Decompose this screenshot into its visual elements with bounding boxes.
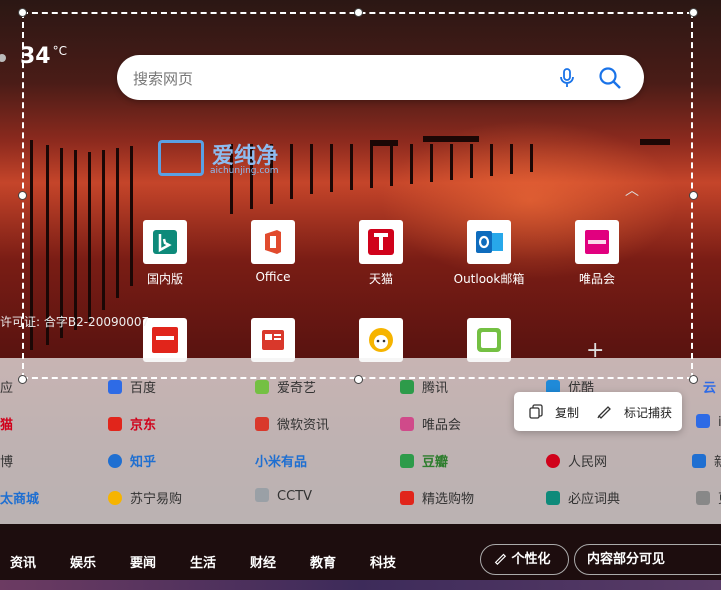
douban-icon	[400, 454, 414, 468]
zhihu-icon	[108, 454, 122, 468]
link-label: 必应词典	[568, 492, 621, 507]
link-item[interactable]: 应	[0, 377, 13, 396]
link-cut[interactable]: 新	[692, 451, 721, 470]
link-baidu[interactable]: 百度	[108, 377, 156, 396]
cctv-icon	[255, 488, 269, 502]
baidu-icon	[108, 380, 122, 394]
selection-handle-bc[interactable]	[354, 375, 363, 384]
selection-handle-mr[interactable]	[689, 191, 698, 200]
personalize-button[interactable]: 个性化	[480, 544, 569, 575]
jd-icon	[108, 417, 122, 431]
link-label: 微软资讯	[277, 418, 330, 433]
link-label: 猫	[0, 418, 14, 433]
link-jd[interactable]: 京东	[108, 414, 156, 433]
link-vip[interactable]: 唯品会	[400, 414, 461, 433]
gift-icon	[400, 491, 414, 505]
copy-icon[interactable]	[528, 403, 544, 419]
link-label: 人民网	[568, 455, 608, 470]
selection-handle-tr[interactable]	[689, 8, 698, 17]
nav-tab[interactable]: 教育	[310, 552, 336, 571]
link-label: 应	[0, 381, 14, 396]
pen-icon[interactable]	[596, 403, 612, 419]
link-label: 豆瓣	[422, 455, 449, 470]
link-label: 小米有品	[255, 455, 308, 470]
calendar-icon	[696, 414, 710, 428]
link-shopping[interactable]: 精选购物	[400, 488, 474, 507]
link-label: CCTV	[277, 489, 312, 504]
pen-icon	[494, 553, 507, 565]
nav-tab[interactable]: 生活	[190, 552, 216, 571]
iqiyi-icon	[255, 380, 269, 394]
link-label: 知乎	[130, 455, 157, 470]
bing-icon	[546, 491, 560, 505]
link-label: 太商城	[0, 492, 40, 507]
link-cctv[interactable]: CCTV	[255, 488, 312, 504]
capture-context-menu: 复制 标记捕获	[514, 392, 682, 431]
annotate-capture-button[interactable]: 标记捕获	[624, 404, 672, 421]
link-label: 京东	[130, 418, 157, 433]
suning-icon	[108, 491, 122, 505]
content-visibility-label: 内容部分可见	[587, 552, 666, 567]
link-cut[interactable]: ip	[696, 414, 721, 430]
link-xiaomi[interactable]: 小米有品	[255, 451, 307, 470]
nav-tab[interactable]: 财经	[250, 552, 276, 571]
link-label: 爱奇艺	[277, 381, 317, 396]
link-label: 唯品会	[422, 418, 462, 433]
link-label: 精选购物	[422, 492, 475, 507]
link-tmall[interactable]: 猫	[0, 414, 13, 433]
link-label: 腾讯	[422, 381, 449, 396]
link-cut[interactable]: 云	[703, 377, 716, 396]
selection-handle-bl[interactable]	[18, 375, 27, 384]
nav-tab[interactable]: 要闻	[130, 552, 156, 571]
link-dict[interactable]: 必应词典	[546, 488, 620, 507]
link-msn[interactable]: 微软资讯	[255, 414, 329, 433]
link-suning[interactable]: 苏宁易购	[108, 488, 182, 507]
nav-tab[interactable]: 科技	[370, 552, 396, 571]
selection-handle-tc[interactable]	[354, 8, 363, 17]
link-label: 百度	[130, 381, 157, 396]
link-douban[interactable]: 豆瓣	[400, 451, 448, 470]
nav-tab[interactable]: 娱乐	[70, 552, 96, 571]
vip-icon	[400, 417, 414, 431]
link-iqiyi[interactable]: 爱奇艺	[255, 377, 316, 396]
sina-icon	[692, 454, 706, 468]
link-weibo[interactable]: 博	[0, 451, 13, 470]
content-visibility-button[interactable]: 内容部分可见	[574, 544, 721, 575]
link-label: 博	[0, 455, 14, 470]
tencent-icon	[400, 380, 414, 394]
people-icon	[546, 454, 560, 468]
link-tencent[interactable]: 腾讯	[400, 377, 448, 396]
nav-tab[interactable]: 资讯	[10, 552, 36, 571]
selection-handle-ml[interactable]	[18, 191, 27, 200]
selection-handle-tl[interactable]	[18, 8, 27, 17]
link-icon	[696, 491, 710, 505]
capture-selection-frame[interactable]	[22, 12, 693, 379]
link-cut[interactable]: 更	[696, 488, 721, 507]
selection-handle-br[interactable]	[689, 375, 698, 384]
taskbar-strip	[0, 580, 721, 590]
link-mall[interactable]: 太商城	[0, 488, 39, 507]
personalize-label: 个性化	[511, 552, 551, 567]
link-people[interactable]: 人民网	[546, 451, 607, 470]
link-zhihu[interactable]: 知乎	[108, 451, 156, 470]
news-icon	[255, 417, 269, 431]
copy-button[interactable]: 复制	[555, 404, 579, 421]
link-label: 苏宁易购	[130, 492, 183, 507]
